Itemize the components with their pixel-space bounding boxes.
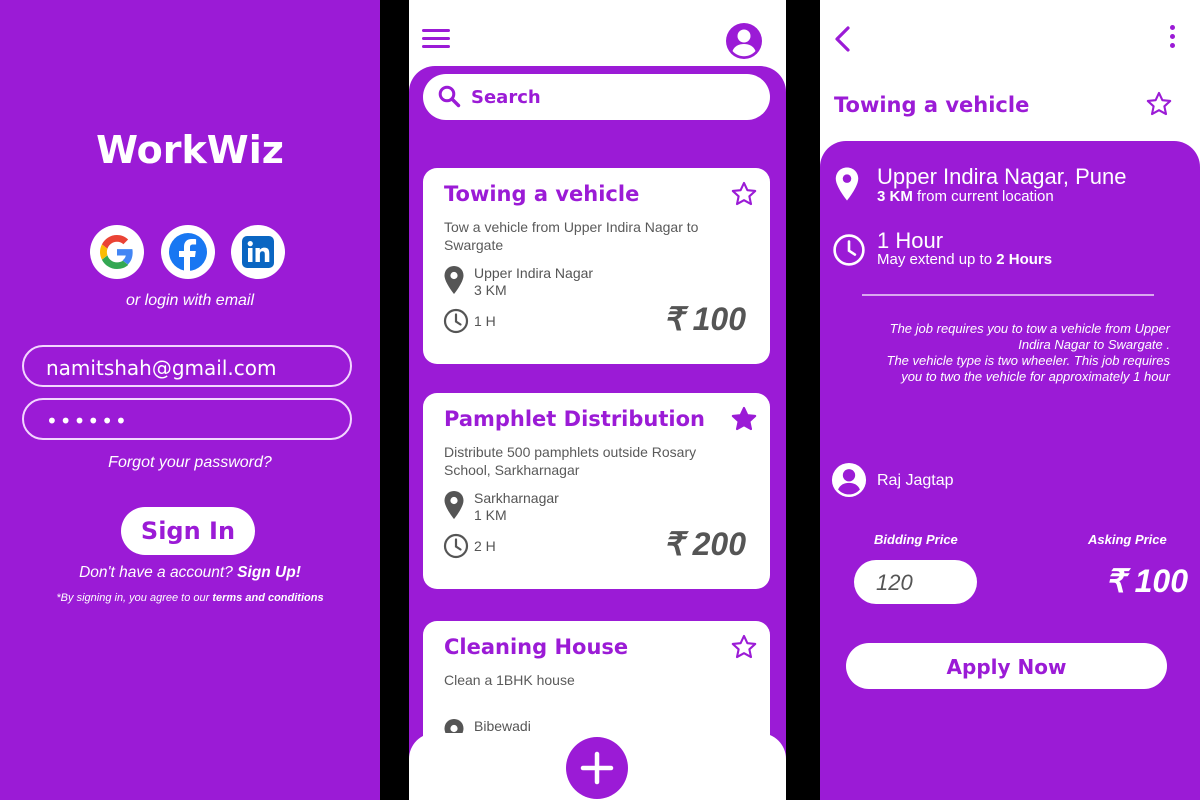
detail-distance: 3 KM from current location: [877, 188, 1054, 205]
job-description: The job requires you to tow a vehicle fr…: [850, 321, 1170, 385]
detail-extend: May extend up to 2 Hours: [877, 251, 1052, 268]
job-detail-screen: Towing a vehicle Upper Indira Nagar, Pun…: [820, 0, 1200, 800]
avatar[interactable]: [831, 462, 867, 498]
star-filled-icon[interactable]: [730, 405, 758, 433]
asking-price-value: ₹ 100: [1105, 563, 1188, 599]
email-field[interactable]: namitshah@gmail.com: [22, 345, 352, 387]
job-title: Pamphlet Distribution: [444, 407, 705, 431]
search-placeholder: Search: [471, 87, 541, 108]
sign-up-link[interactable]: Sign Up!: [237, 564, 301, 581]
google-login-button[interactable]: [90, 225, 144, 279]
description-line: The job requires you to tow a vehicle fr…: [889, 321, 1170, 336]
password-field[interactable]: ••••••: [22, 398, 352, 440]
location-pin-icon: [835, 167, 859, 201]
star-outline-icon[interactable]: [730, 633, 758, 661]
linkedin-login-button[interactable]: [231, 225, 285, 279]
back-arrow-icon[interactable]: [832, 24, 854, 54]
app-logo-title: WorkWiz: [96, 128, 284, 172]
job-duration: 2 H: [474, 538, 496, 554]
add-job-button[interactable]: [566, 737, 628, 799]
detail-distance-value: 3 KM: [877, 188, 913, 205]
job-duration: 1 H: [474, 313, 496, 329]
star-outline-icon[interactable]: [1145, 90, 1173, 118]
google-icon: [100, 235, 133, 269]
terms-link[interactable]: terms and conditions: [212, 592, 323, 604]
job-location: Sarkharnagar 1 KM: [474, 490, 559, 524]
description-line: Indira Nagar to Swargate .: [1018, 337, 1170, 352]
clock-icon: [443, 308, 469, 334]
job-description: Tow a vehicle from Upper Indira Nagar to…: [444, 219, 699, 253]
job-title: Cleaning House: [444, 635, 629, 659]
job-card[interactable]: Pamphlet Distribution Distribute 500 pam…: [423, 393, 770, 589]
page-title: Towing a vehicle: [834, 93, 1030, 117]
divider: [862, 294, 1154, 296]
asking-price-label: Asking Price: [1088, 532, 1167, 547]
bidding-price-label: Bidding Price: [874, 532, 958, 547]
job-list-panel: Search Towing a vehicle Tow a vehicle fr…: [409, 66, 786, 800]
facebook-login-button[interactable]: [161, 225, 215, 279]
sign-in-button[interactable]: Sign In: [121, 507, 255, 555]
account-icon[interactable]: [725, 22, 763, 60]
location-pin-icon: [444, 266, 464, 294]
linkedin-icon: [242, 236, 274, 268]
terms-prefix-text: *By signing in, you agree to our: [56, 592, 210, 604]
star-outline-icon[interactable]: [730, 180, 758, 208]
job-list-screen: Search Towing a vehicle Tow a vehicle fr…: [409, 0, 786, 800]
detail-extend-prefix: May extend up to: [877, 251, 993, 268]
facebook-icon: [169, 233, 207, 272]
bidding-price-input[interactable]: 120: [854, 560, 977, 604]
detail-location: Upper Indira Nagar, Pune: [877, 164, 1127, 189]
detail-distance-suffix: from current location: [917, 188, 1054, 205]
forgot-password-link[interactable]: Forgot your password?: [0, 454, 380, 472]
description-line: The vehicle type is two wheeler. This jo…: [886, 353, 1170, 368]
job-location-name: Upper Indira Nagar: [474, 265, 594, 281]
clock-icon: [443, 533, 469, 559]
search-icon: [438, 85, 461, 108]
job-title: Towing a vehicle: [444, 182, 640, 206]
search-input[interactable]: Search: [423, 74, 770, 120]
job-location-name: Sarkharnagar: [474, 490, 559, 506]
or-login-with-email-text: or login with email: [125, 292, 255, 309]
clock-icon: [833, 234, 865, 266]
terms-notice: *By signing in, you agree to our terms a…: [0, 592, 380, 604]
signup-prefix-text: Don't have a account?: [79, 564, 233, 581]
job-distance: 1 KM: [474, 507, 507, 523]
job-price: ₹ 200: [663, 526, 746, 562]
plus-icon: [580, 751, 614, 785]
poster-name[interactable]: Raj Jagtap: [877, 472, 954, 490]
menu-icon[interactable]: [422, 27, 452, 51]
job-card[interactable]: Towing a vehicle Tow a vehicle from Uppe…: [423, 168, 770, 364]
job-description: Clean a 1BHK house: [444, 672, 575, 688]
description-line: you to two the vehicle for approximately…: [901, 369, 1170, 384]
more-options-icon[interactable]: [1169, 24, 1177, 50]
job-description: Distribute 500 pamphlets outside Rosary …: [444, 444, 697, 478]
location-pin-icon: [444, 491, 464, 519]
job-price: ₹ 100: [663, 301, 746, 337]
job-location: Upper Indira Nagar 3 KM: [474, 265, 593, 299]
apply-now-button[interactable]: Apply Now: [846, 643, 1167, 689]
signup-prompt: Don't have a account? Sign Up!: [0, 564, 380, 582]
job-distance: 3 KM: [474, 282, 507, 298]
detail-extend-value: 2 Hours: [996, 251, 1053, 268]
login-screen: WorkWiz or login with email namitshah@gm…: [0, 0, 380, 800]
